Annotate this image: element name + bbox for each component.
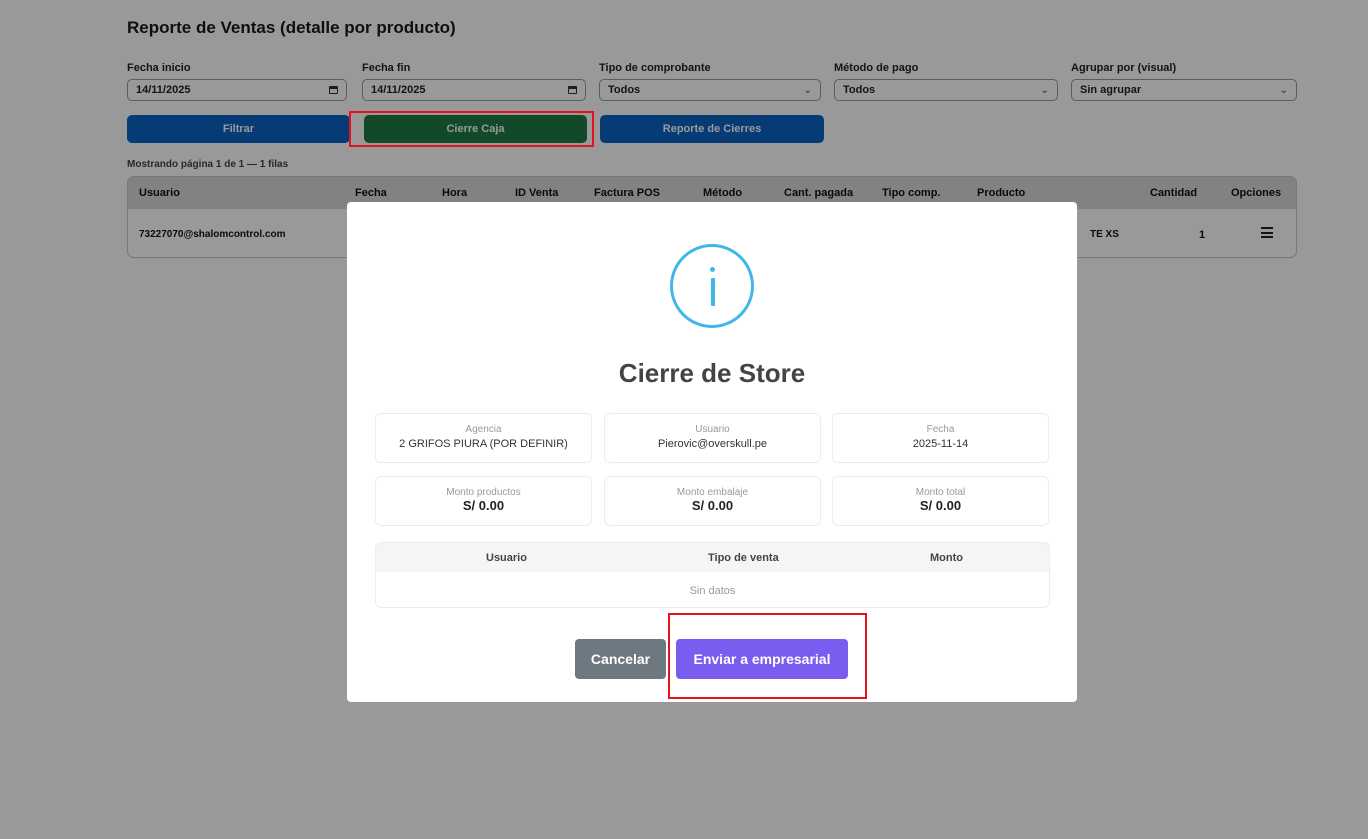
card-monto-embalaje: Monto embalaje S/ 0.00 <box>604 476 821 526</box>
card-usuario: Usuario Pierovic@overskull.pe <box>604 413 821 463</box>
card-label: Monto embalaje <box>676 487 749 498</box>
card-value: S/ 0.00 <box>919 498 962 513</box>
col-header-usuario: Usuario <box>486 552 527 564</box>
modal-title: Cierre de Store <box>618 358 806 388</box>
card-label: Monto productos <box>446 487 521 498</box>
cancel-button[interactable]: Cancelar <box>575 639 666 679</box>
card-label: Usuario <box>695 424 730 435</box>
card-value: S/ 0.00 <box>691 498 734 513</box>
close-store-modal: Cierre de Store Agencia 2 GRIFOS PIURA (… <box>347 202 1077 702</box>
card-value: S/ 0.00 <box>462 498 505 513</box>
card-monto-total: Monto total S/ 0.00 <box>832 476 1049 526</box>
card-value: Pierovic@overskull.pe <box>658 438 767 450</box>
card-label: Monto total <box>915 487 966 498</box>
closure-detail-table: Usuario Tipo de venta Monto Sin datos <box>375 542 1050 608</box>
send-to-business-button[interactable]: Enviar a empresarial <box>676 639 848 679</box>
info-icon <box>670 244 754 328</box>
card-value: 2 GRIFOS PIURA (POR DEFINIR) <box>399 438 568 450</box>
table-header: Usuario Tipo de venta Monto <box>376 543 1049 572</box>
col-header-tipo-venta: Tipo de venta <box>708 552 779 564</box>
card-label: Fecha <box>926 424 955 435</box>
col-header-monto: Monto <box>930 552 963 564</box>
empty-state: Sin datos <box>689 585 736 597</box>
card-label: Agencia <box>465 424 502 435</box>
card-monto-productos: Monto productos S/ 0.00 <box>375 476 592 526</box>
card-value: 2025-11-14 <box>912 438 969 450</box>
card-fecha: Fecha 2025-11-14 <box>832 413 1049 463</box>
card-agencia: Agencia 2 GRIFOS PIURA (POR DEFINIR) <box>375 413 592 463</box>
